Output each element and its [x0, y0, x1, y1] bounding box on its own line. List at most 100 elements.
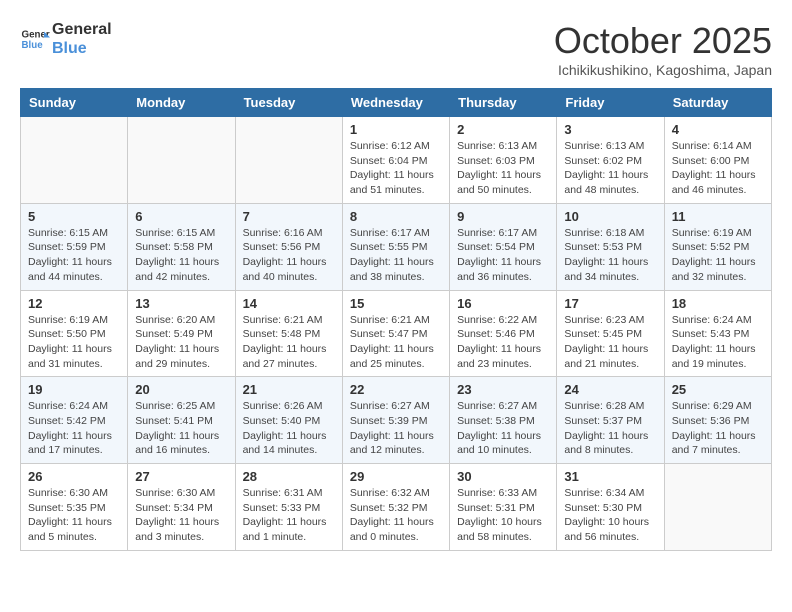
- header-day-thursday: Thursday: [450, 89, 557, 117]
- calendar-cell: 28Sunrise: 6:31 AM Sunset: 5:33 PM Dayli…: [235, 464, 342, 551]
- day-info: Sunrise: 6:34 AM Sunset: 5:30 PM Dayligh…: [564, 486, 656, 545]
- day-number: 8: [350, 209, 442, 224]
- day-info: Sunrise: 6:16 AM Sunset: 5:56 PM Dayligh…: [243, 226, 335, 285]
- day-number: 26: [28, 469, 120, 484]
- page-header: General Blue General Blue October 2025 I…: [20, 20, 772, 78]
- calendar-cell: 24Sunrise: 6:28 AM Sunset: 5:37 PM Dayli…: [557, 377, 664, 464]
- calendar-cell: 27 Sunrise: 6:30 AM Sunset: 5:34 PM Dayli…: [128, 464, 235, 551]
- day-number: 17: [564, 296, 656, 311]
- day-number: 11: [672, 209, 764, 224]
- day-info: Sunrise: 6:19 AM Sunset: 5:52 PM Dayligh…: [672, 226, 764, 285]
- day-number: 7: [243, 209, 335, 224]
- day-number: 27: [135, 469, 227, 484]
- header-day-friday: Friday: [557, 89, 664, 117]
- calendar-cell: 25 Sunrise: 6:29 AM Sunset: 5:36 PM Dayli…: [664, 377, 771, 464]
- day-number: 5: [28, 209, 120, 224]
- day-info: Sunrise: 6:31 AM Sunset: 5:33 PM Dayligh…: [243, 486, 335, 545]
- day-number: 15: [350, 296, 442, 311]
- header-row: SundayMondayTuesdayWednesdayThursdayFrid…: [21, 89, 772, 117]
- day-info: Sunrise: 6:17 AM Sunset: 5:54 PM Dayligh…: [457, 226, 549, 285]
- day-info: Sunrise: 6:18 AM Sunset: 5:53 PM Dayligh…: [564, 226, 656, 285]
- calendar-cell: 20 Sunrise: 6:25 AM Sunset: 5:41 PM Dayli…: [128, 377, 235, 464]
- day-info: Sunrise: 6:25 AM Sunset: 5:41 PM Dayligh…: [135, 399, 227, 458]
- day-info: Sunrise: 6:30 AM Sunset: 5:34 PM Dayligh…: [135, 486, 227, 545]
- day-info: Sunrise: 6:13 AM Sunset: 6:02 PM Dayligh…: [564, 139, 656, 198]
- day-info: Sunrise: 6:13 AM Sunset: 6:03 PM Dayligh…: [457, 139, 549, 198]
- week-row-1: 1 Sunrise: 6:12 AM Sunset: 6:04 PM Daylig…: [21, 117, 772, 204]
- day-info: Sunrise: 6:33 AM Sunset: 5:31 PM Dayligh…: [457, 486, 549, 545]
- calendar-cell: 22 Sunrise: 6:27 AM Sunset: 5:39 PM Dayli…: [342, 377, 449, 464]
- logo-blue: Blue: [52, 39, 112, 58]
- day-number: 25: [672, 382, 764, 397]
- header-day-tuesday: Tuesday: [235, 89, 342, 117]
- day-number: 1: [350, 122, 442, 137]
- day-number: 31: [564, 469, 656, 484]
- calendar-cell: 4Sunrise: 6:14 AM Sunset: 6:00 PM Daylig…: [664, 117, 771, 204]
- day-number: 13: [135, 296, 227, 311]
- calendar-cell: 16Sunrise: 6:22 AM Sunset: 5:46 PM Dayli…: [450, 290, 557, 377]
- week-row-2: 5 Sunrise: 6:15 AM Sunset: 5:59 PM Daylig…: [21, 203, 772, 290]
- day-number: 22: [350, 382, 442, 397]
- calendar-cell: 1 Sunrise: 6:12 AM Sunset: 6:04 PM Daylig…: [342, 117, 449, 204]
- calendar-cell: 26 Sunrise: 6:30 AM Sunset: 5:35 PM Dayli…: [21, 464, 128, 551]
- location-subtitle: Ichikikushikino, Kagoshima, Japan: [554, 62, 772, 78]
- day-info: Sunrise: 6:26 AM Sunset: 5:40 PM Dayligh…: [243, 399, 335, 458]
- calendar-cell: 12Sunrise: 6:19 AM Sunset: 5:50 PM Dayli…: [21, 290, 128, 377]
- calendar-cell: 2Sunrise: 6:13 AM Sunset: 6:03 PM Daylig…: [450, 117, 557, 204]
- calendar-cell: [235, 117, 342, 204]
- day-number: 6: [135, 209, 227, 224]
- day-number: 20: [135, 382, 227, 397]
- week-row-3: 12Sunrise: 6:19 AM Sunset: 5:50 PM Dayli…: [21, 290, 772, 377]
- title-block: October 2025 Ichikikushikino, Kagoshima,…: [554, 20, 772, 78]
- calendar-cell: 29 Sunrise: 6:32 AM Sunset: 5:32 PM Dayli…: [342, 464, 449, 551]
- header-day-sunday: Sunday: [21, 89, 128, 117]
- month-title: October 2025: [554, 20, 772, 62]
- day-info: Sunrise: 6:12 AM Sunset: 6:04 PM Dayligh…: [350, 139, 442, 198]
- week-row-5: 26 Sunrise: 6:30 AM Sunset: 5:35 PM Dayli…: [21, 464, 772, 551]
- calendar-body: 1 Sunrise: 6:12 AM Sunset: 6:04 PM Daylig…: [21, 117, 772, 551]
- day-number: 18: [672, 296, 764, 311]
- day-info: Sunrise: 6:15 AM Sunset: 5:59 PM Dayligh…: [28, 226, 120, 285]
- day-info: Sunrise: 6:15 AM Sunset: 5:58 PM Dayligh…: [135, 226, 227, 285]
- calendar-cell: 11 Sunrise: 6:19 AM Sunset: 5:52 PM Dayli…: [664, 203, 771, 290]
- day-info: Sunrise: 6:30 AM Sunset: 5:35 PM Dayligh…: [28, 486, 120, 545]
- day-number: 29: [350, 469, 442, 484]
- day-number: 10: [564, 209, 656, 224]
- day-info: Sunrise: 6:21 AM Sunset: 5:48 PM Dayligh…: [243, 313, 335, 372]
- day-number: 9: [457, 209, 549, 224]
- calendar-cell: 31 Sunrise: 6:34 AM Sunset: 5:30 PM Dayli…: [557, 464, 664, 551]
- calendar-cell: 10 Sunrise: 6:18 AM Sunset: 5:53 PM Dayli…: [557, 203, 664, 290]
- day-number: 21: [243, 382, 335, 397]
- calendar-cell: 14Sunrise: 6:21 AM Sunset: 5:48 PM Dayli…: [235, 290, 342, 377]
- logo: General Blue General Blue: [20, 20, 112, 58]
- svg-text:Blue: Blue: [22, 40, 44, 51]
- day-info: Sunrise: 6:32 AM Sunset: 5:32 PM Dayligh…: [350, 486, 442, 545]
- day-info: Sunrise: 6:20 AM Sunset: 5:49 PM Dayligh…: [135, 313, 227, 372]
- day-info: Sunrise: 6:27 AM Sunset: 5:39 PM Dayligh…: [350, 399, 442, 458]
- header-day-wednesday: Wednesday: [342, 89, 449, 117]
- day-number: 30: [457, 469, 549, 484]
- calendar-table: SundayMondayTuesdayWednesdayThursdayFrid…: [20, 88, 772, 551]
- calendar-cell: 21 Sunrise: 6:26 AM Sunset: 5:40 PM Dayli…: [235, 377, 342, 464]
- calendar-cell: [21, 117, 128, 204]
- calendar-cell: [664, 464, 771, 551]
- day-info: Sunrise: 6:21 AM Sunset: 5:47 PM Dayligh…: [350, 313, 442, 372]
- logo-general: General: [52, 20, 112, 39]
- day-info: Sunrise: 6:24 AM Sunset: 5:42 PM Dayligh…: [28, 399, 120, 458]
- calendar-cell: 9 Sunrise: 6:17 AM Sunset: 5:54 PM Daylig…: [450, 203, 557, 290]
- calendar-cell: 6 Sunrise: 6:15 AM Sunset: 5:58 PM Daylig…: [128, 203, 235, 290]
- calendar-header: SundayMondayTuesdayWednesdayThursdayFrid…: [21, 89, 772, 117]
- week-row-4: 19Sunrise: 6:24 AM Sunset: 5:42 PM Dayli…: [21, 377, 772, 464]
- day-info: Sunrise: 6:19 AM Sunset: 5:50 PM Dayligh…: [28, 313, 120, 372]
- calendar-cell: 3Sunrise: 6:13 AM Sunset: 6:02 PM Daylig…: [557, 117, 664, 204]
- day-info: Sunrise: 6:22 AM Sunset: 5:46 PM Dayligh…: [457, 313, 549, 372]
- day-info: Sunrise: 6:24 AM Sunset: 5:43 PM Dayligh…: [672, 313, 764, 372]
- header-day-monday: Monday: [128, 89, 235, 117]
- calendar-cell: 8Sunrise: 6:17 AM Sunset: 5:55 PM Daylig…: [342, 203, 449, 290]
- day-info: Sunrise: 6:14 AM Sunset: 6:00 PM Dayligh…: [672, 139, 764, 198]
- calendar-cell: [128, 117, 235, 204]
- logo-icon: General Blue: [20, 24, 50, 54]
- calendar-cell: 17 Sunrise: 6:23 AM Sunset: 5:45 PM Dayli…: [557, 290, 664, 377]
- day-info: Sunrise: 6:23 AM Sunset: 5:45 PM Dayligh…: [564, 313, 656, 372]
- day-info: Sunrise: 6:29 AM Sunset: 5:36 PM Dayligh…: [672, 399, 764, 458]
